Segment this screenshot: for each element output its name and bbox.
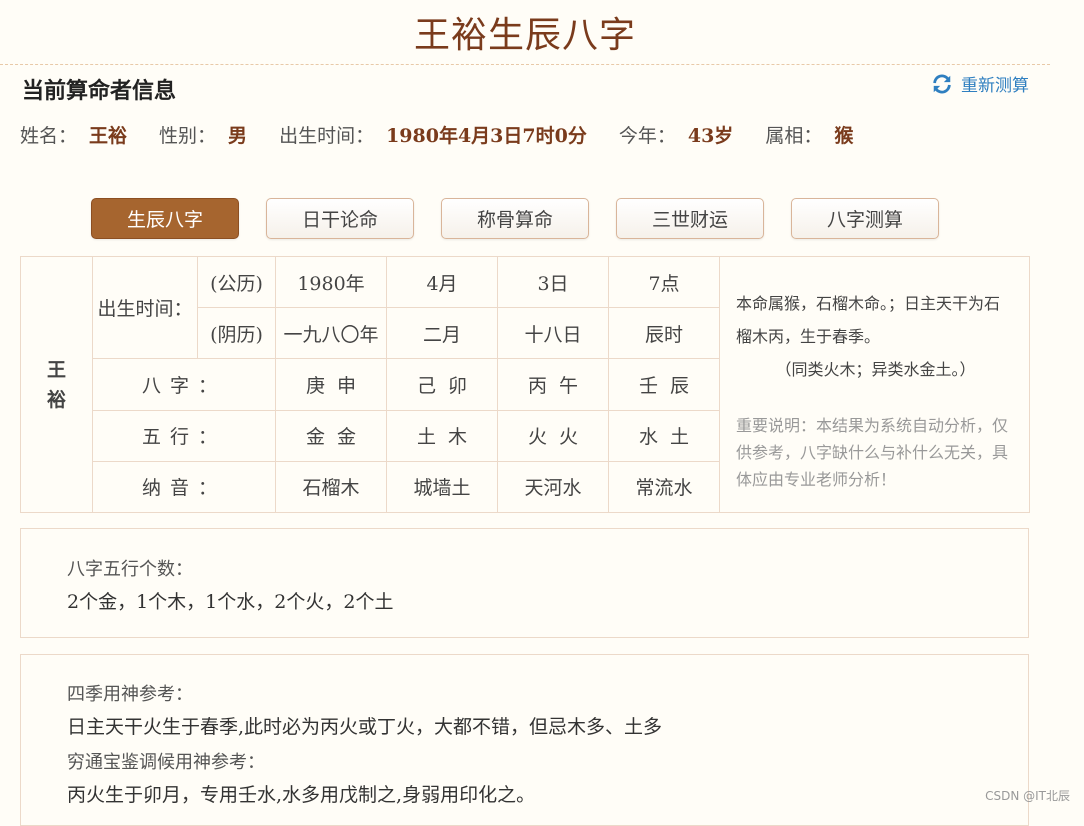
nayin-hour: 常流水 (608, 460, 720, 514)
solar-label: (公历) (197, 255, 276, 309)
wuxing-count-box: 八字五行个数： 2个金，1个木，1个水，2个火，2个土 (20, 528, 1029, 638)
qiongtong-label: 穷通宝鉴调候用神参考： (67, 752, 265, 773)
bazi-day: 丙午 (497, 358, 609, 411)
tab-bar: 生辰八字 日干论命 称骨算命 三世财运 八字测算 (91, 198, 966, 239)
qiongtong-text: 丙火生于卯月，专用壬水,水多用戊制之,身弱用印化之。 (67, 784, 536, 806)
tab-rigan-lunming[interactable]: 日干论命 (266, 198, 414, 239)
bazi-month: 己卯 (386, 358, 498, 411)
name-label: 姓名： (20, 125, 78, 147)
person-info: 姓名： 王裕 性别： 男 出生时间： 1980年4月3日7时0分 今年： 43岁… (20, 121, 885, 148)
birth-time-label: 出生时间： (92, 255, 198, 360)
page-title: 王裕生辰八字 (413, 15, 636, 56)
solar-year: 1980年 (275, 255, 387, 309)
wuxing-count-label: 八字五行个数： (67, 559, 193, 580)
refresh-icon (933, 74, 951, 93)
name-char-1: 王 (46, 358, 66, 381)
tab-sanshi-caiyun[interactable]: 三世财运 (616, 198, 764, 239)
wuxing-count-text: 2个金，1个木，1个水，2个火，2个土 (67, 591, 394, 613)
watermark: CSDN @IT北辰 (985, 789, 1070, 803)
bazi-label: 八字： (92, 358, 276, 411)
lunar-day: 十八日 (497, 307, 609, 360)
wuxing-month: 土木 (386, 409, 498, 462)
season-yongshen-label: 四季用神参考： (67, 684, 193, 705)
birth-label: 出生时间： (279, 125, 375, 147)
birth-value: 1980年4月3日7时0分 (386, 125, 587, 147)
name-char-2: 裕 (46, 388, 66, 411)
solar-day: 3日 (497, 255, 609, 309)
important-note: 重要说明：本结果为系统自动分析，仅供参考，八字缺什么与补什么无关，具体应由专业老… (736, 416, 1009, 489)
tab-chenggu-suanming[interactable]: 称骨算命 (441, 198, 589, 239)
gender-value: 男 (228, 125, 248, 147)
nayin-label: 纳音： (92, 460, 276, 514)
nayin-month: 城墙土 (386, 460, 498, 514)
zodiac-label: 属相： (765, 125, 823, 147)
nayin-day: 天河水 (497, 460, 609, 514)
lunar-year: 一九八〇年 (275, 307, 387, 360)
solar-month: 4月 (386, 255, 498, 309)
bazi-year: 庚申 (275, 358, 387, 411)
nayin-year: 石榴木 (275, 460, 387, 514)
note-main: 本命属猴，石榴木命。；日主天干为石榴木丙，生于春季。 (736, 294, 1001, 346)
lunar-month: 二月 (386, 307, 498, 360)
wuxing-hour: 水土 (608, 409, 720, 462)
solar-hour: 7点 (608, 255, 720, 309)
tab-shengchen-bazi[interactable]: 生辰八字 (91, 198, 239, 239)
age-label: 今年： (618, 125, 676, 147)
lunar-hour: 辰时 (608, 307, 720, 360)
section-title: 当前算命者信息 (22, 78, 177, 104)
bazi-hour: 壬辰 (608, 358, 720, 411)
note-sub: （同类火木；异类水金土。） (775, 360, 976, 379)
lunar-label: (阴历) (197, 307, 276, 360)
yongshen-box: 四季用神参考： 日主天干火生于春季,此时必为丙火或丁火，大都不错，但忌木多、土多… (20, 654, 1029, 826)
person-name-cell: 王 裕 (20, 256, 93, 513)
season-yongshen-text: 日主天干火生于春季,此时必为丙火或丁火，大都不错，但忌木多、土多 (67, 716, 663, 738)
gender-label: 性别： (159, 125, 217, 147)
wuxing-label: 五行： (92, 409, 276, 462)
fate-note: 本命属猴，石榴木命。；日主天干为石榴木丙，生于春季。 （同类火木；异类水金土。）… (719, 256, 1030, 513)
wuxing-day: 火火 (497, 409, 609, 462)
bazi-table: 王 裕 出生时间： (公历) 1980年 4月 3日 7点 本命属猴，石榴木命。… (20, 255, 1030, 514)
tab-bazi-cesuan[interactable]: 八字测算 (791, 198, 939, 239)
remeasure-label: 重新测算 (961, 76, 1029, 96)
name-value: 王裕 (89, 125, 128, 147)
remeasure-link[interactable]: 重新测算 (931, 71, 1029, 96)
age-value: 43岁 (687, 125, 734, 147)
title-divider (0, 64, 1050, 65)
zodiac-value: 猴 (834, 125, 854, 147)
wuxing-year: 金金 (275, 409, 387, 462)
